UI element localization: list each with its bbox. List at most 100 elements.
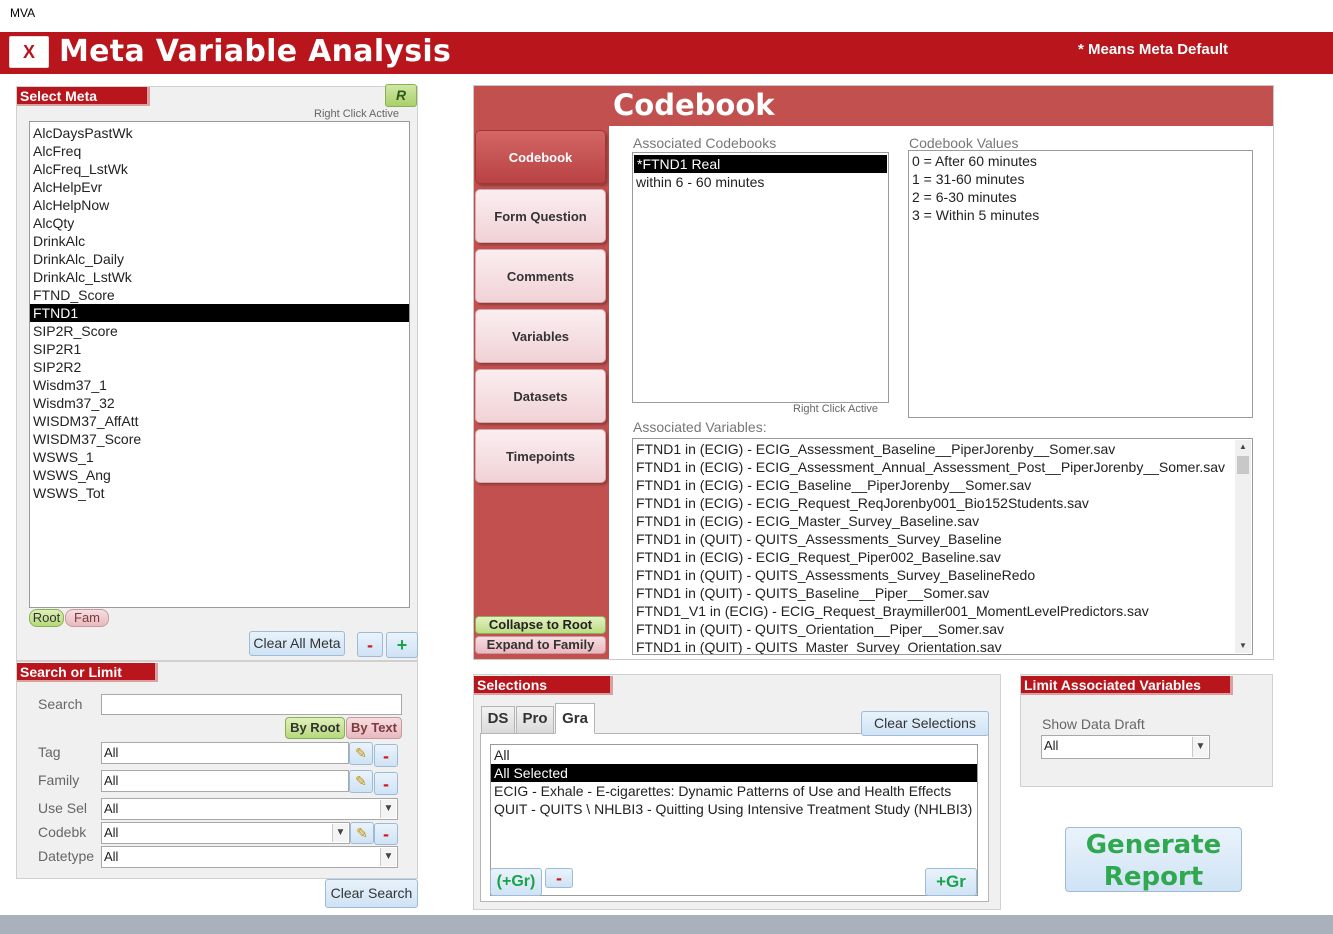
list-item[interactable]: DrinkAlc [30,232,409,250]
list-item[interactable]: SIP2R1 [30,340,409,358]
codebook-values-list[interactable]: 0 = After 60 minutes 1 = 31-60 minutes 2 =… [908,150,1253,418]
chevron-down-icon[interactable]: ▼ [380,848,396,866]
close-button[interactable]: X [9,36,49,68]
list-item[interactable]: 1 = 31-60 minutes [909,170,1252,188]
tab-ds[interactable]: DS [481,706,515,734]
list-item[interactable]: FTND1 in (QUIT) - QUITS_Assessments_Surv… [633,566,1237,584]
window-title: MVA [10,6,36,20]
scroll-down-icon[interactable]: ▼ [1235,639,1251,653]
list-item[interactable]: AlcDaysPastWk [30,124,409,142]
root-toggle[interactable]: Root [29,609,64,627]
assoc-codebooks-list[interactable]: *FTND1 Real within 6 - 60 minutes [632,152,889,403]
add-group-button[interactable]: +Gr [925,868,977,896]
clear-search-button[interactable]: Clear Search [325,879,418,908]
nav-form-question[interactable]: Form Question [475,189,606,243]
list-item[interactable]: FTND1 in (ECIG) - ECIG_Assessment_Baseli… [633,440,1237,458]
list-item[interactable]: FTND1 in (QUIT) - QUITS_Baseline__Piper_… [633,584,1237,602]
nav-codebook[interactable]: Codebook [475,130,606,184]
list-item[interactable]: FTND1 [30,304,409,322]
list-item[interactable]: 3 = Within 5 minutes [909,206,1252,224]
list-item[interactable]: *FTND1 Real [634,155,887,173]
family-remove-button[interactable]: - [374,772,398,795]
show-draft-label: Show Data Draft [1042,716,1145,732]
list-item[interactable]: 2 = 6-30 minutes [909,188,1252,206]
list-item[interactable]: QUIT - QUITS \ NHLBI3 - Quitting Using I… [491,800,977,818]
list-item[interactable]: Wisdm37_1 [30,376,409,394]
tab-gra[interactable]: Gra [555,703,595,734]
list-item[interactable]: FTND_Score [30,286,409,304]
list-item[interactable]: AlcQty [30,214,409,232]
by-root-toggle[interactable]: By Root [285,717,345,739]
list-item[interactable]: 0 = After 60 minutes [909,152,1252,170]
meta-list[interactable]: AlcDaysPastWk AlcFreq AlcFreq_LstWk AlcHelp… [29,121,410,608]
list-item[interactable]: SIP2R_Score [30,322,409,340]
nav-timepoints[interactable]: Timepoints [475,429,606,483]
nav-datasets[interactable]: Datasets [475,369,606,423]
search-input[interactable] [101,694,402,715]
list-item[interactable]: WSWS_Ang [30,466,409,484]
list-item[interactable]: AlcFreq_LstWk [30,160,409,178]
expand-to-family-button[interactable]: Expand to Family [475,636,606,654]
show-draft-select[interactable]: All ▼ [1041,735,1210,759]
search-label: Search [38,696,83,712]
list-item[interactable]: AlcHelpEvr [30,178,409,196]
list-item[interactable]: WSWS_1 [30,448,409,466]
remove-group-button[interactable]: - [545,868,573,888]
list-item[interactable]: FTND1 in (QUIT) - QUITS_Master_Survey_Or… [633,638,1237,654]
add-meta-button[interactable]: + [386,632,418,658]
family-edit-icon[interactable]: ✎ [349,770,373,793]
list-item[interactable]: AlcHelpNow [30,196,409,214]
refresh-r-button[interactable]: R [385,84,417,107]
tab-pro[interactable]: Pro [516,706,554,734]
list-item[interactable]: WISDM37_AffAtt [30,412,409,430]
list-item[interactable]: WISDM37_Score [30,430,409,448]
generate-line-2: Report [1103,862,1204,892]
add-group-paren-button[interactable]: (+Gr) [490,868,542,896]
nav-comments[interactable]: Comments [475,249,606,303]
list-item[interactable]: DrinkAlc_LstWk [30,268,409,286]
codebk-select[interactable]: All ▼ [101,822,350,844]
list-item[interactable]: AlcFreq [30,142,409,160]
assoc-variables-list[interactable]: FTND1 in (ECIG) - ECIG_Assessment_Baseli… [632,438,1253,655]
list-item[interactable]: ECIG - Exhale - E-cigarettes: Dynamic Pa… [491,782,977,800]
clear-all-meta-button[interactable]: Clear All Meta [249,631,345,656]
codebk-remove-button[interactable]: - [374,823,398,845]
list-item[interactable]: SIP2R2 [30,358,409,376]
list-item[interactable]: All Selected [491,764,977,782]
list-item[interactable]: within 6 - 60 minutes [633,173,888,191]
clear-selections-button[interactable]: Clear Selections [861,711,989,736]
list-item[interactable]: FTND1_V1 in (ECIG) - ECIG_Request_Braymi… [633,602,1237,620]
fam-toggle[interactable]: Fam [65,609,109,627]
tag-remove-button[interactable]: - [374,744,398,767]
codebk-edit-icon[interactable]: ✎ [350,822,374,844]
by-text-toggle[interactable]: By Text [346,717,402,739]
list-item[interactable]: FTND1 in (ECIG) - ECIG_Request_Piper002_… [633,548,1237,566]
use-sel-select[interactable]: All ▼ [101,798,398,820]
chevron-down-icon[interactable]: ▼ [332,824,348,842]
list-item[interactable]: FTND1 in (ECIG) - ECIG_Master_Survey_Bas… [633,512,1237,530]
list-item[interactable]: FTND1 in (QUIT) - QUITS_Assessments_Surv… [633,530,1237,548]
select-meta-label: Select Meta [17,87,150,106]
list-item[interactable]: FTND1 in (ECIG) - ECIG_Request_ReqJorenb… [633,494,1237,512]
list-item[interactable]: WSWS_Tot [30,484,409,502]
list-item[interactable]: All [491,746,977,764]
family-field[interactable]: All [101,770,349,792]
list-item[interactable]: DrinkAlc_Daily [30,250,409,268]
chevron-down-icon[interactable]: ▼ [1192,737,1208,757]
variables-scrollbar[interactable]: ▲ ▼ [1235,440,1251,653]
list-item[interactable]: FTND1 in (ECIG) - ECIG_Assessment_Annual… [633,458,1237,476]
scroll-thumb[interactable] [1237,456,1249,474]
tag-field[interactable]: All [101,742,349,764]
tag-edit-icon[interactable]: ✎ [349,742,373,765]
search-limit-label: Search or Limit [17,663,158,682]
collapse-to-root-button[interactable]: Collapse to Root [475,616,606,634]
list-item[interactable]: Wisdm37_32 [30,394,409,412]
datetype-select[interactable]: All ▼ [101,846,398,868]
scroll-up-icon[interactable]: ▲ [1235,440,1251,454]
remove-meta-button[interactable]: - [357,632,383,657]
chevron-down-icon[interactable]: ▼ [380,800,396,818]
list-item[interactable]: FTND1 in (ECIG) - ECIG_Baseline__PiperJo… [633,476,1237,494]
generate-report-button[interactable]: Generate Report [1065,827,1242,892]
list-item[interactable]: FTND1 in (QUIT) - QUITS_Orientation__Pip… [633,620,1237,638]
nav-variables[interactable]: Variables [475,309,606,363]
